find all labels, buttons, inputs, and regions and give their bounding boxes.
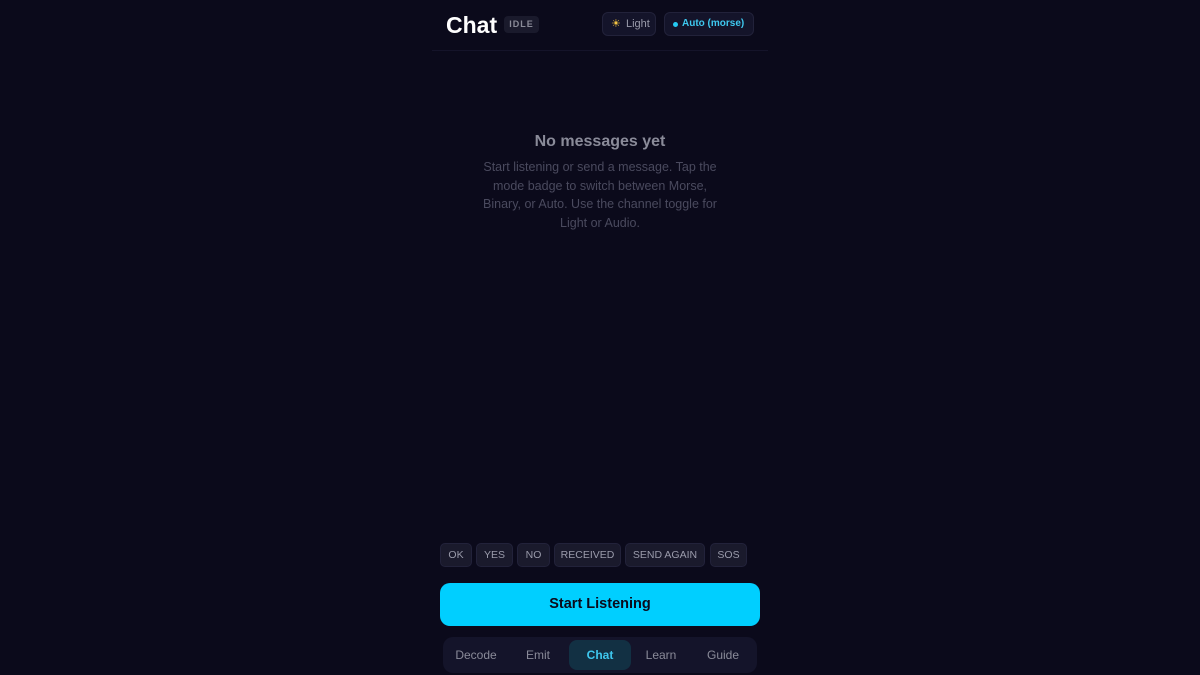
empty-state-title: No messages yet <box>534 133 666 150</box>
page-title: Chat <box>446 12 498 38</box>
start-listening-button[interactable]: Start Listening <box>440 583 760 626</box>
quick-reply-send-again[interactable]: SEND AGAIN <box>625 543 705 567</box>
chat-screen: Chat IDLE ☀ Light Auto (morse) No messag… <box>432 0 768 675</box>
quick-replies: OK YES NO RECEIVED SEND AGAIN SOS <box>440 543 760 567</box>
tab-learn[interactable]: Learn <box>630 640 692 670</box>
quick-reply-ok[interactable]: OK <box>440 543 472 567</box>
header: Chat IDLE ☀ Light Auto (morse) <box>432 0 768 51</box>
tab-emit[interactable]: Emit <box>507 640 569 670</box>
quick-reply-received[interactable]: RECEIVED <box>554 543 621 567</box>
mode-indicator-dot <box>673 22 678 27</box>
quick-reply-yes[interactable]: YES <box>476 543 513 567</box>
tab-guide[interactable]: Guide <box>692 640 754 670</box>
sun-icon: ☀ <box>611 18 621 30</box>
quick-reply-no[interactable]: NO <box>517 543 550 567</box>
status-badge: IDLE <box>504 16 539 33</box>
mode-label: Auto (morse) <box>682 18 745 29</box>
bottom-nav: Decode Emit Chat Learn Guide <box>443 637 757 673</box>
tab-chat[interactable]: Chat <box>569 640 631 670</box>
channel-toggle-button[interactable]: ☀ Light <box>602 12 656 36</box>
empty-state-description: Start listening or send a message. Tap t… <box>483 160 717 230</box>
channel-label: Light <box>626 18 650 30</box>
mode-badge-button[interactable]: Auto (morse) <box>664 12 754 36</box>
quick-reply-sos[interactable]: SOS <box>710 543 747 567</box>
tab-decode[interactable]: Decode <box>445 640 507 670</box>
